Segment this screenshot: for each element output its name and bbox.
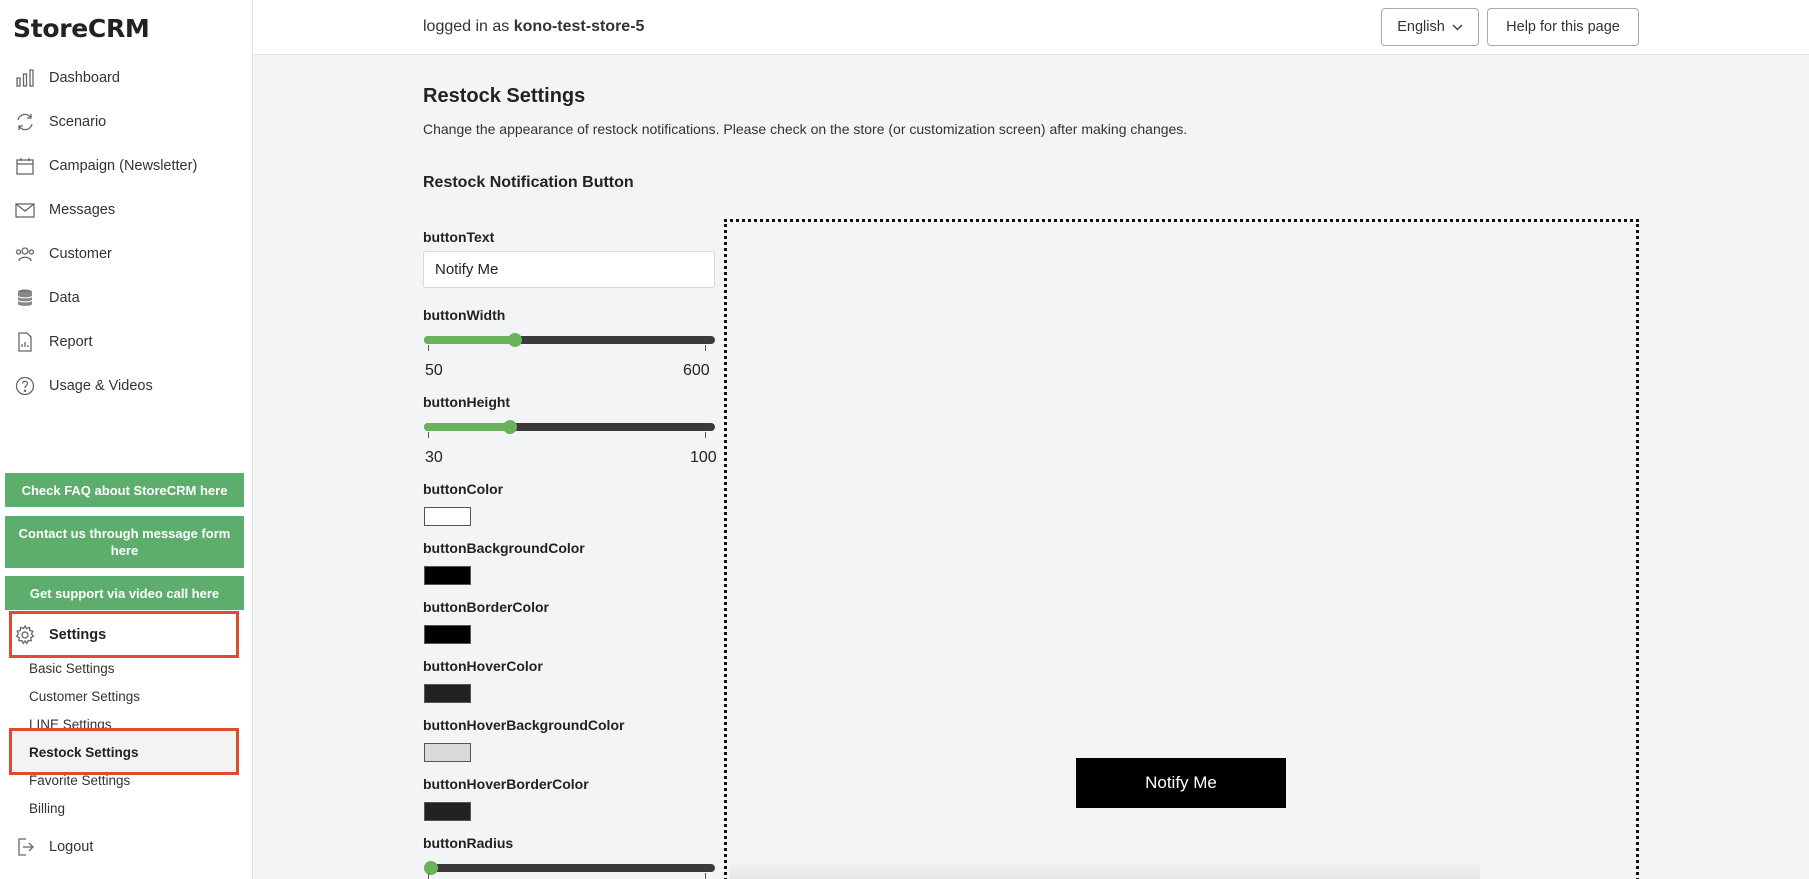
sidebar-item-dashboard[interactable]: Dashboard <box>14 63 120 93</box>
slider-tick <box>428 873 429 879</box>
button-background-color-swatch[interactable] <box>424 566 471 585</box>
button-width-max: 600 <box>683 362 710 379</box>
slider-tick <box>705 345 706 351</box>
button-hover-border-color-swatch[interactable] <box>424 802 471 821</box>
calendar-icon <box>14 155 36 177</box>
video-support-button[interactable]: Get support via video call here <box>5 576 244 610</box>
sidebar-item-label: Report <box>49 334 93 350</box>
sidebar-item-label: Usage & Videos <box>49 378 153 394</box>
page-description: Change the appearance of restock notific… <box>423 121 1188 137</box>
question-circle-icon <box>14 375 36 397</box>
logout-icon <box>14 836 36 858</box>
sidebar-item-campaign[interactable]: Campaign (Newsletter) <box>14 151 197 181</box>
slider-tick <box>705 432 706 438</box>
users-icon <box>14 243 36 265</box>
slider-fill <box>424 423 512 431</box>
button-text-input[interactable] <box>423 251 715 288</box>
button-height-max: 100 <box>690 449 717 466</box>
sidebar-item-label: Campaign (Newsletter) <box>49 158 198 174</box>
sidebar-item-scenario[interactable]: Scenario <box>14 107 106 137</box>
sidebar-subitem-customer-settings[interactable]: Customer Settings <box>29 689 140 704</box>
sidebar-item-label: Scenario <box>49 114 107 130</box>
language-label: English <box>1397 19 1445 35</box>
sidebar-subitem-billing[interactable]: Billing <box>29 801 65 816</box>
section-title: Restock Notification Button <box>423 174 634 191</box>
sidebar-subitem-favorite-settings[interactable]: Favorite Settings <box>29 773 130 788</box>
button-height-slider[interactable] <box>423 420 715 434</box>
button-hover-background-color-swatch[interactable] <box>424 743 471 762</box>
preview-notify-button[interactable]: Notify Me <box>1076 758 1286 808</box>
language-dropdown[interactable]: English <box>1381 8 1479 46</box>
sidebar-item-data[interactable]: Data <box>14 283 80 313</box>
sidebar-item-label: Logout <box>49 839 94 855</box>
slider-tick <box>428 432 429 438</box>
sidebar-item-report[interactable]: Report <box>14 327 93 357</box>
button-height-label: buttonHeight <box>423 394 511 410</box>
slider-thumb[interactable] <box>503 420 518 434</box>
sidebar-item-messages[interactable]: Messages <box>14 195 115 225</box>
slider-thumb[interactable] <box>424 861 438 875</box>
button-hover-color-label: buttonHoverColor <box>423 658 543 674</box>
chevron-down-icon <box>1452 24 1463 31</box>
button-background-color-label: buttonBackgroundColor <box>423 540 585 556</box>
sidebar-item-label: Data <box>49 290 80 306</box>
slider-thumb[interactable] <box>507 333 522 347</box>
button-width-label: buttonWidth <box>423 307 506 323</box>
help-button[interactable]: Help for this page <box>1487 8 1639 46</box>
faq-button[interactable]: Check FAQ about StoreCRM here <box>5 473 244 507</box>
slider-tick <box>705 873 706 879</box>
preview-shadow <box>730 860 1480 879</box>
button-color-swatch[interactable] <box>424 507 471 526</box>
bar-chart-icon <box>14 67 36 89</box>
button-height-min: 30 <box>425 449 443 466</box>
store-name: kono-test-store-5 <box>513 18 645 35</box>
sidebar-item-label: Customer <box>49 246 112 262</box>
logged-in-text: logged in as kono-test-store-5 <box>423 18 644 36</box>
top-header: logged in as kono-test-store-5 English H… <box>253 0 1809 55</box>
button-width-min: 50 <box>425 362 443 379</box>
app-logo[interactable]: StoreCRM <box>13 14 150 43</box>
refresh-icon <box>14 111 36 133</box>
button-text-label: buttonText <box>423 229 495 245</box>
button-border-color-swatch[interactable] <box>424 625 471 644</box>
button-hover-color-swatch[interactable] <box>424 684 471 703</box>
sidebar-item-label: Dashboard <box>49 70 120 86</box>
sidebar-item-usage-videos[interactable]: Usage & Videos <box>14 371 153 401</box>
database-icon <box>14 287 36 309</box>
button-hover-background-color-label: buttonHoverBackgroundColor <box>423 717 625 733</box>
page-title: Restock Settings <box>423 85 586 107</box>
document-chart-icon <box>14 331 36 353</box>
sidebar-subitem-basic-settings[interactable]: Basic Settings <box>29 661 115 676</box>
button-radius-label: buttonRadius <box>423 835 514 851</box>
sidebar-item-logout[interactable]: Logout <box>14 832 93 862</box>
slider-tick <box>428 345 429 351</box>
settings-highlight-box <box>9 611 239 658</box>
contact-form-button[interactable]: Contact us through message form here <box>5 516 244 568</box>
button-color-label: buttonColor <box>423 481 504 497</box>
logged-in-prefix: logged in as <box>423 18 510 35</box>
slider-fill <box>424 336 516 344</box>
mail-icon <box>14 199 36 221</box>
sidebar-item-customer[interactable]: Customer <box>14 239 112 269</box>
button-radius-slider[interactable] <box>423 861 715 875</box>
button-border-color-label: buttonBorderColor <box>423 599 549 615</box>
sidebar-item-label: Messages <box>49 202 116 218</box>
sidebar-subitem-restock-settings[interactable]: Restock Settings <box>29 745 139 760</box>
button-width-slider[interactable] <box>423 333 715 347</box>
button-hover-border-color-label: buttonHoverBorderColor <box>423 776 589 792</box>
slider-track <box>424 864 715 872</box>
sidebar: StoreCRM Dashboard Scenario Campaign (Ne… <box>0 0 253 879</box>
